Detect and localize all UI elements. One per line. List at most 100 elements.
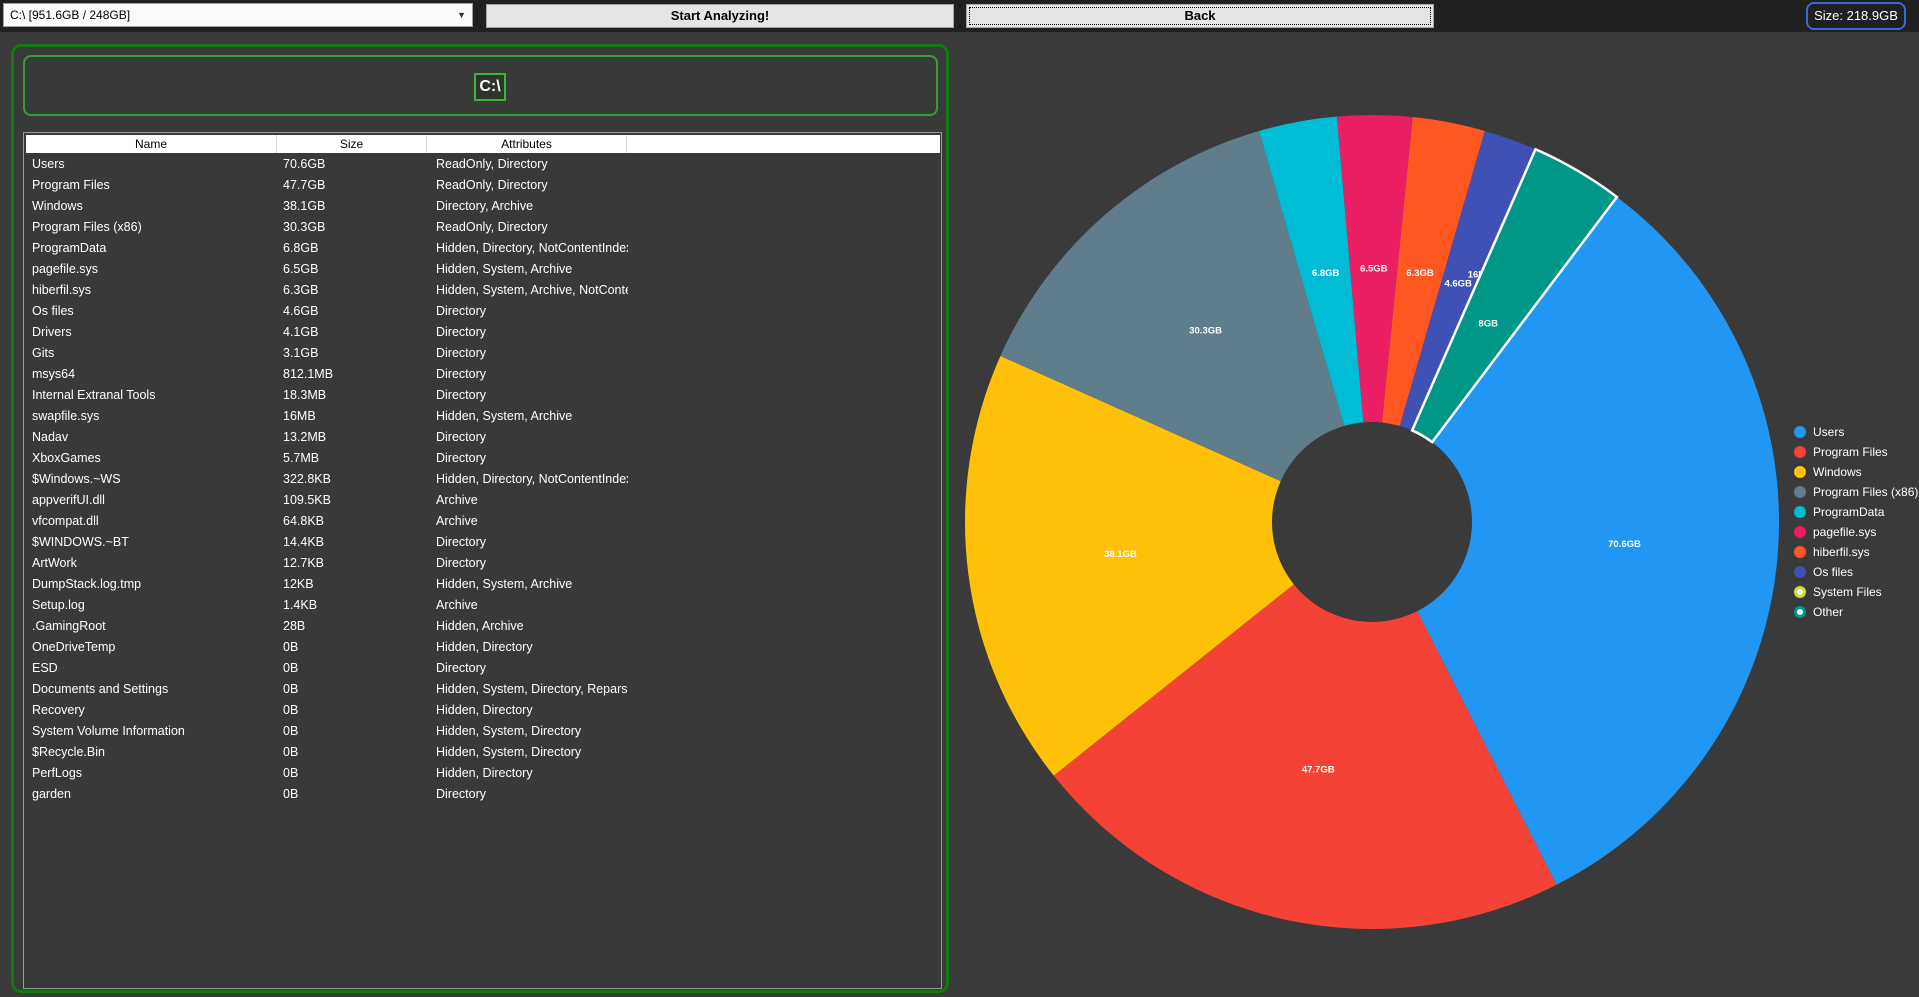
row-attributes: Hidden, System, Archive xyxy=(436,262,573,276)
back-button[interactable]: Back xyxy=(966,4,1434,28)
start-analyzing-button[interactable]: Start Analyzing! xyxy=(486,4,954,28)
row-name: ProgramData xyxy=(32,241,107,255)
legend-swatch xyxy=(1794,426,1806,438)
table-row[interactable]: Os files 4.6GB Directory xyxy=(24,301,941,322)
row-name: Windows xyxy=(32,199,83,213)
row-size: 5.7MB xyxy=(283,451,320,465)
row-attributes: Hidden, Directory, NotContentIndexed xyxy=(436,472,628,486)
row-size: 30.3GB xyxy=(283,220,326,234)
table-row[interactable]: XboxGames 5.7MB Directory xyxy=(24,448,941,469)
legend-swatch xyxy=(1794,466,1806,478)
row-size: 4.1GB xyxy=(283,325,319,339)
row-name: Users xyxy=(32,157,65,171)
table-row[interactable]: appverifUI.dll 109.5KB Archive xyxy=(24,490,941,511)
table-row[interactable]: $Recycle.Bin 0B Hidden, System, Directory xyxy=(24,742,941,763)
legend-label: ProgramData xyxy=(1813,505,1885,519)
table-row[interactable]: Program Files 47.7GB ReadOnly, Directory xyxy=(24,175,941,196)
row-attributes: Directory xyxy=(436,325,487,339)
row-size: 0B xyxy=(283,745,299,759)
row-size: 6.5GB xyxy=(283,262,319,276)
row-attributes: Hidden, System, Archive, NotContentIndex… xyxy=(436,283,628,297)
row-name: Internal Extranal Tools xyxy=(32,388,156,402)
table-row[interactable]: $Windows.~WS 322.8KB Hidden, Directory, No… xyxy=(24,469,941,490)
table-row[interactable]: System Volume Information 0B Hidden, Syste… xyxy=(24,721,941,742)
row-attributes: ReadOnly, Directory xyxy=(436,157,548,171)
table-row[interactable]: pagefile.sys 6.5GB Hidden, System, Archive xyxy=(24,259,941,280)
row-size: 70.6GB xyxy=(283,157,326,171)
table-row[interactable]: Internal Extranal Tools 18.3MB Directory xyxy=(24,385,941,406)
table-row[interactable]: Gits 3.1GB Directory xyxy=(24,343,941,364)
row-attributes: Archive xyxy=(436,514,478,528)
table-row[interactable]: .GamingRoot 28B Hidden, Archive xyxy=(24,616,941,637)
row-name: $Recycle.Bin xyxy=(32,745,105,759)
row-name: Documents and Settings xyxy=(32,682,169,696)
row-attributes: Directory xyxy=(436,787,487,801)
row-name: pagefile.sys xyxy=(32,262,99,276)
table-row[interactable]: OneDriveTemp 0B Hidden, Directory xyxy=(24,637,941,658)
row-attributes: Archive xyxy=(436,598,478,612)
legend-label: Os files xyxy=(1813,565,1854,579)
row-attributes: Hidden, Directory xyxy=(436,703,533,717)
row-attributes: Directory xyxy=(436,451,487,465)
table-row[interactable]: ProgramData 6.8GB Hidden, Directory, NotCo… xyxy=(24,238,941,259)
table-row[interactable]: Drivers 4.1GB Directory xyxy=(24,322,941,343)
row-name: msys64 xyxy=(32,367,76,381)
folder-table: Name Size Attributes Users 70.6GB ReadOnly… xyxy=(23,132,942,989)
slice-label: 6.3GB xyxy=(1406,268,1434,279)
legend-label: System Files xyxy=(1813,585,1882,599)
table-row[interactable]: PerfLogs 0B Hidden, Directory xyxy=(24,763,941,784)
legend-swatch xyxy=(1794,506,1806,518)
row-size: 12KB xyxy=(283,577,314,591)
row-size: 0B xyxy=(283,682,299,696)
row-attributes: ReadOnly, Directory xyxy=(436,220,548,234)
column-header-size[interactable]: Size xyxy=(277,135,427,153)
legend-label: pagefile.sys xyxy=(1813,525,1877,539)
row-size: 322.8KB xyxy=(283,472,331,486)
column-header-attributes[interactable]: Attributes xyxy=(427,135,627,153)
table-row[interactable]: swapfile.sys 16MB Hidden, System, Archive xyxy=(24,406,941,427)
table-row[interactable]: hiberfil.sys 6.3GB Hidden, System, Archive… xyxy=(24,280,941,301)
row-size: 12.7KB xyxy=(283,556,325,570)
chevron-down-icon: ▼ xyxy=(457,10,466,20)
row-attributes: Directory xyxy=(436,388,487,402)
legend-label: Program Files (x86) xyxy=(1813,485,1919,499)
row-attributes: Directory xyxy=(436,661,487,675)
row-size: 28B xyxy=(283,619,306,633)
column-header-name[interactable]: Name xyxy=(26,135,277,153)
table-row[interactable]: DumpStack.log.tmp 12KB Hidden, System, Arc… xyxy=(24,574,941,595)
legend-swatch xyxy=(1794,446,1806,458)
drive-select[interactable]: C:\ [951.6GB / 248GB] ▼ xyxy=(3,3,473,27)
row-size: 6.8GB xyxy=(283,241,319,255)
row-size: 0B xyxy=(283,724,299,738)
table-row[interactable]: ArtWork 12.7KB Directory xyxy=(24,553,941,574)
row-name: Os files xyxy=(32,304,74,318)
row-name: vfcompat.dll xyxy=(32,514,99,528)
current-path-header: C:\ xyxy=(23,55,938,116)
table-row[interactable]: Program Files (x86) 30.3GB ReadOnly, Direc… xyxy=(24,217,941,238)
row-size: 3.1GB xyxy=(283,346,319,360)
table-row[interactable]: Nadav 13.2MB Directory xyxy=(24,427,941,448)
table-row[interactable]: Documents and Settings 0B Hidden, System, … xyxy=(24,679,941,700)
table-row[interactable]: vfcompat.dll 64.8KB Archive xyxy=(24,511,941,532)
row-name: ESD xyxy=(32,661,58,675)
slice-label: 8GB xyxy=(1478,319,1498,330)
folder-panel: C:\ Name Size Attributes Users 70.6GB Read… xyxy=(11,44,949,993)
legend-label: Program Files xyxy=(1813,445,1888,459)
table-row[interactable]: Windows 38.1GB Directory, Archive xyxy=(24,196,941,217)
legend-label: Other xyxy=(1813,605,1844,619)
row-size: 64.8KB xyxy=(283,514,325,528)
table-row[interactable]: Recovery 0B Hidden, Directory xyxy=(24,700,941,721)
table-row[interactable]: $WINDOWS.~BT 14.4KB Directory xyxy=(24,532,941,553)
row-name: Program Files xyxy=(32,178,110,192)
top-toolbar: C:\ [951.6GB / 248GB] ▼ Start Analyzing!… xyxy=(0,0,1919,32)
table-row[interactable]: msys64 812.1MB Directory xyxy=(24,364,941,385)
row-size: 13.2MB xyxy=(283,430,327,444)
table-row[interactable]: Users 70.6GB ReadOnly, Directory xyxy=(24,154,941,175)
table-row[interactable]: garden 0B Directory xyxy=(24,784,941,805)
row-attributes: Directory xyxy=(436,304,487,318)
row-name: PerfLogs xyxy=(32,766,83,780)
table-row[interactable]: Setup.log 1.4KB Archive xyxy=(24,595,941,616)
legend-label: Windows xyxy=(1813,465,1862,479)
legend-swatch xyxy=(1794,586,1806,598)
table-row[interactable]: ESD 0B Directory xyxy=(24,658,941,679)
